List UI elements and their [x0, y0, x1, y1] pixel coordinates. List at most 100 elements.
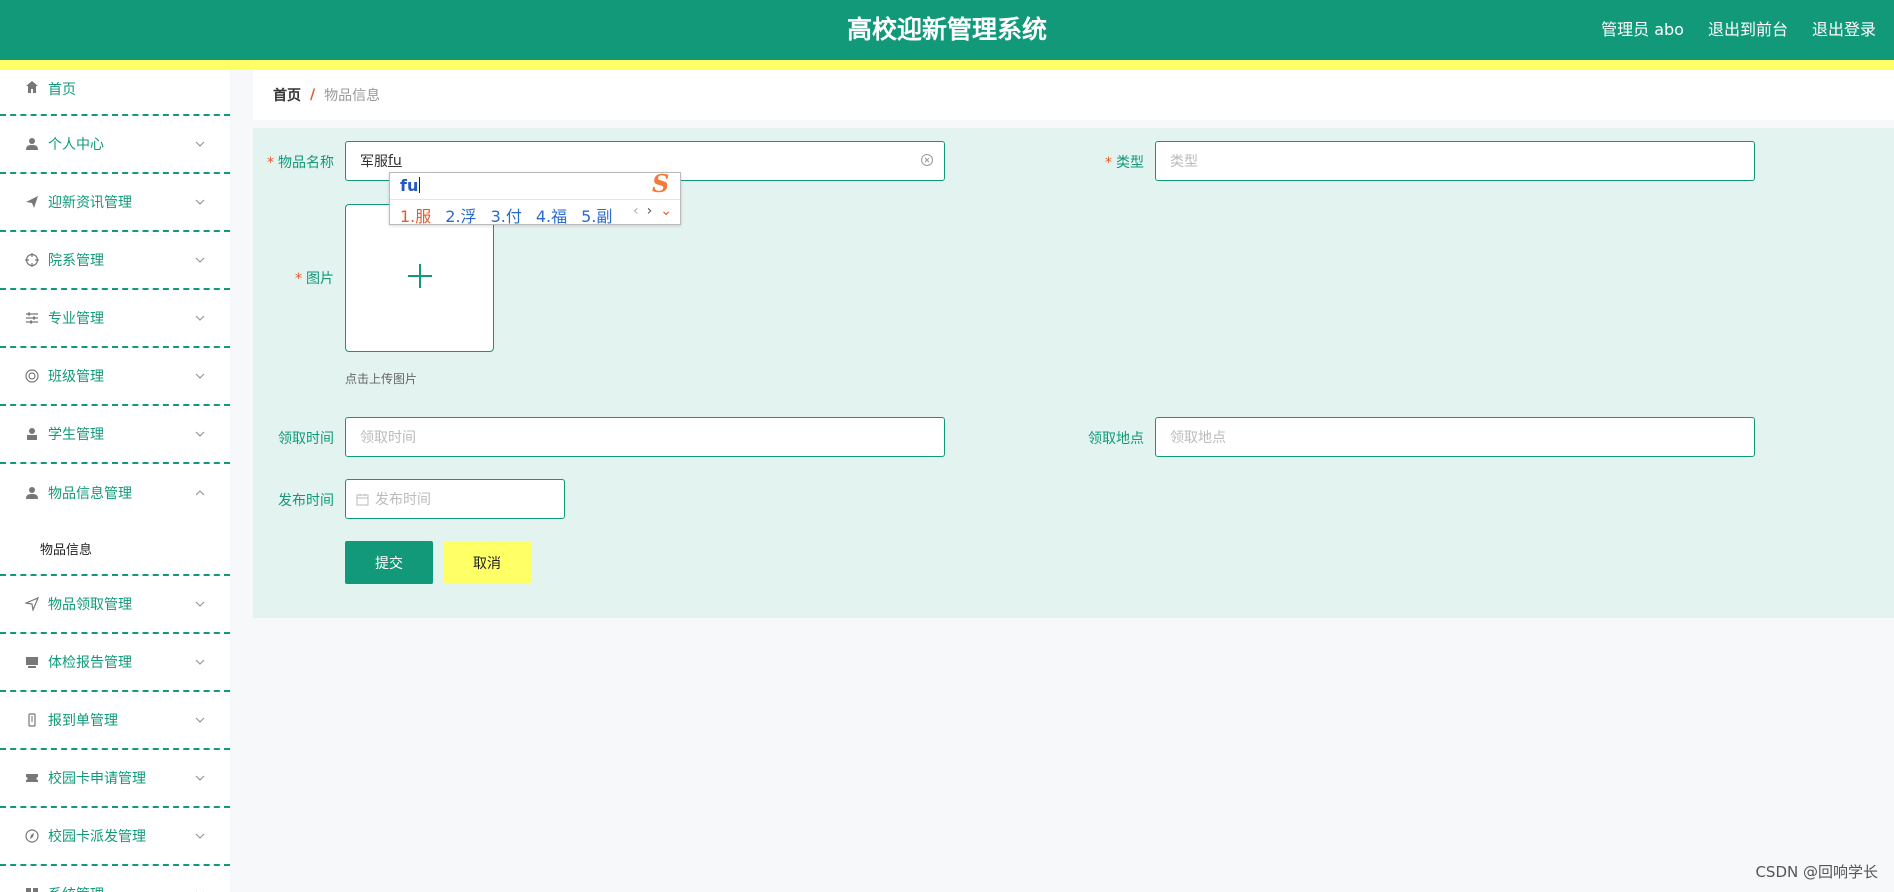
chevron-down-icon — [194, 598, 206, 610]
chevron-down-icon — [194, 714, 206, 726]
sidebar-item-department[interactable]: 院系管理 — [0, 232, 230, 290]
breadcrumb: 首页 / 物品信息 — [253, 70, 1894, 120]
chevron-left-icon[interactable]: ‹ — [633, 203, 639, 219]
sidebar-item-label: 首页 — [48, 82, 76, 98]
receive-place-placeholder: 领取地点 — [1170, 430, 1226, 446]
ime-candidate[interactable]: 5.副 — [581, 203, 612, 227]
sliders-icon — [24, 310, 40, 326]
breadcrumb-separator: / — [310, 87, 316, 103]
compass-icon — [24, 828, 40, 844]
sidebar-item-goods-receive[interactable]: 物品领取管理 — [0, 576, 230, 634]
breadcrumb-current: 物品信息 — [324, 88, 381, 104]
calendar-icon — [356, 493, 369, 506]
publish-time-placeholder: 发布时间 — [375, 492, 431, 508]
sidebar-item-label: 系统管理 — [48, 884, 104, 892]
plus-icon — [406, 262, 434, 294]
sidebar: 首页 个人中心 迎新资讯管理 院系管理 专业管理 班级管理 学生管理 物品信息管… — [0, 70, 230, 892]
sidebar-item-label: 学生管理 — [48, 427, 104, 443]
ime-nav: ‹ › ⌄ — [633, 203, 672, 219]
sidebar-item-student[interactable]: 学生管理 — [0, 406, 230, 464]
type-placeholder: 类型 — [1170, 154, 1198, 170]
chevron-down-icon — [194, 254, 206, 266]
chevron-down-icon[interactable]: ⌄ — [660, 203, 672, 219]
sidebar-item-news[interactable]: 迎新资讯管理 — [0, 174, 230, 232]
name-input-value: 军服 — [360, 154, 388, 170]
sidebar-item-label: 校园卡派发管理 — [48, 829, 146, 845]
home-icon — [24, 79, 40, 95]
user-icon — [24, 136, 40, 152]
to-front-link[interactable]: 退出到前台 — [1708, 16, 1788, 40]
top-header: 高校迎新管理系统 管理员 abo 退出到前台 退出登录 — [0, 0, 1894, 60]
sidebar-item-card-dispatch[interactable]: 校园卡派发管理 — [0, 808, 230, 866]
box-icon — [24, 654, 40, 670]
upload-hint: 点击上传图片 — [345, 372, 418, 386]
chevron-down-icon — [194, 428, 206, 440]
sidebar-item-label: 专业管理 — [48, 311, 104, 327]
ime-candidate[interactable]: 4.福 — [536, 203, 567, 227]
sogou-logo-icon: S — [652, 169, 670, 198]
sidebar-item-system[interactable]: 系统管理 — [0, 866, 230, 892]
sidebar-item-goods-info[interactable]: 物品信息管理 — [0, 464, 230, 522]
sidebar-item-health-report[interactable]: 体检报告管理 — [0, 634, 230, 692]
sidebar-item-personal-center[interactable]: 个人中心 — [0, 116, 230, 174]
grid-icon — [24, 886, 40, 892]
clear-icon[interactable] — [920, 153, 934, 167]
ticket-icon — [24, 770, 40, 786]
publish-time-label: 发布时间 — [278, 493, 334, 509]
phone-icon — [24, 712, 40, 728]
location-icon — [24, 596, 40, 612]
receive-place-label: 领取地点 — [1088, 431, 1144, 447]
sidebar-item-label: 物品信息管理 — [48, 486, 132, 502]
sidebar-item-home[interactable]: 首页 — [0, 70, 230, 116]
chevron-down-icon — [194, 196, 206, 208]
circle-icon — [24, 368, 40, 384]
ime-candidate[interactable]: 1.服 — [400, 203, 431, 227]
chevron-right-icon[interactable]: › — [647, 203, 653, 219]
sidebar-item-class[interactable]: 班级管理 — [0, 348, 230, 406]
user-icon — [24, 485, 40, 501]
send-icon — [24, 194, 40, 210]
receive-time-label: 领取时间 — [278, 431, 334, 447]
logout-link[interactable]: 退出登录 — [1812, 16, 1876, 40]
name-label: * 物品名称 — [267, 155, 334, 171]
ime-divider — [390, 199, 680, 200]
sidebar-item-registration[interactable]: 报到单管理 — [0, 692, 230, 750]
sidebar-item-label: 班级管理 — [48, 369, 104, 385]
ime-candidate[interactable]: 2.浮 — [445, 203, 476, 227]
chevron-down-icon — [194, 312, 206, 324]
sidebar-item-label: 个人中心 — [48, 137, 104, 153]
sidebar-item-major[interactable]: 专业管理 — [0, 290, 230, 348]
sidebar-item-label: 体检报告管理 — [48, 655, 132, 671]
target-icon — [24, 252, 40, 268]
sidebar-item-label: 校园卡申请管理 — [48, 771, 146, 787]
sidebar-item-label: 院系管理 — [48, 253, 104, 269]
chevron-down-icon — [194, 772, 206, 784]
header-actions: 管理员 abo 退出到前台 退出登录 — [1601, 16, 1876, 40]
ime-composition: fu — [400, 176, 419, 195]
cancel-button[interactable]: 取消 — [443, 541, 531, 584]
publish-time-input[interactable]: 发布时间 — [345, 479, 565, 519]
submit-button[interactable]: 提交 — [345, 541, 433, 584]
chevron-up-icon — [194, 487, 206, 499]
sidebar-item-label: 报到单管理 — [48, 713, 118, 729]
name-input-composing: fu — [388, 153, 402, 169]
sidebar-item-label: 物品领取管理 — [48, 597, 132, 613]
ime-candidate-popup: fu S 1.服 2.浮 3.付 4.福 5.副 ‹ › ⌄ — [389, 169, 681, 227]
chevron-down-icon — [194, 830, 206, 842]
chevron-down-icon — [194, 888, 206, 892]
watermark: CSDN @回响学长 — [1755, 863, 1878, 881]
image-label: * 图片 — [295, 271, 334, 287]
type-label: * 类型 — [1105, 155, 1144, 171]
ime-candidate[interactable]: 3.付 — [491, 203, 522, 227]
admin-user-label: 管理员 abo — [1601, 20, 1684, 39]
type-input[interactable]: 类型 — [1155, 141, 1755, 181]
breadcrumb-home[interactable]: 首页 — [273, 85, 301, 105]
sidebar-item-label: 迎新资讯管理 — [48, 195, 132, 211]
receive-place-input[interactable]: 领取地点 — [1155, 417, 1755, 457]
student-icon — [24, 426, 40, 442]
chevron-down-icon — [194, 656, 206, 668]
ime-candidates: 1.服 2.浮 3.付 4.福 5.副 — [400, 203, 612, 227]
receive-time-input[interactable]: 领取时间 — [345, 417, 945, 457]
sidebar-subitem-goods-info[interactable]: 物品信息 — [0, 522, 230, 576]
sidebar-item-card-apply[interactable]: 校园卡申请管理 — [0, 750, 230, 808]
